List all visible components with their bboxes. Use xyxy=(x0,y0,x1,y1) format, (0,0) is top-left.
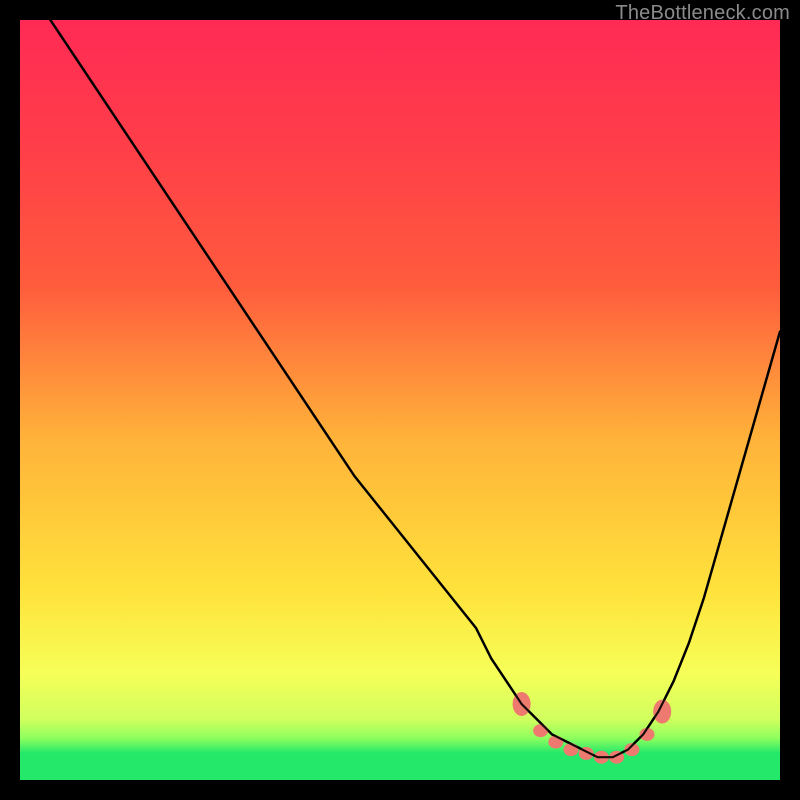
chart-plot-area xyxy=(20,20,780,780)
chart-frame: TheBottleneck.com xyxy=(0,0,800,800)
optimal-marker xyxy=(533,724,548,737)
chart-svg xyxy=(20,20,780,780)
